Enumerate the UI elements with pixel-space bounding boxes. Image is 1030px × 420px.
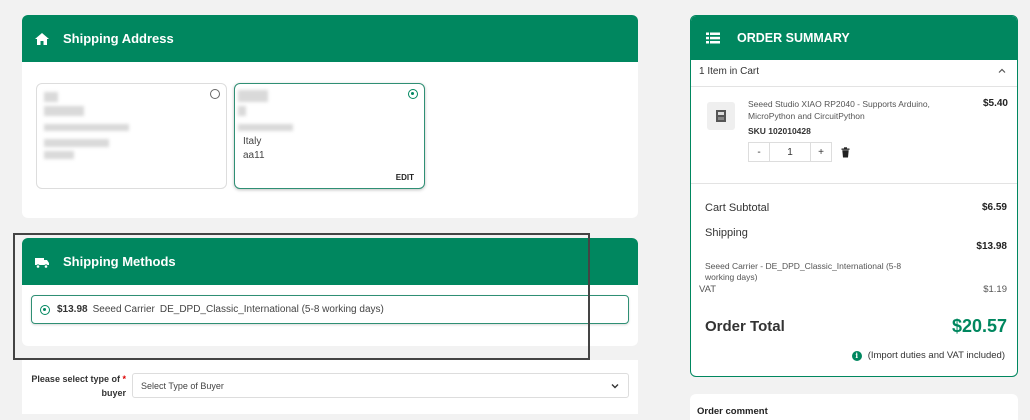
buyer-type-select[interactable]: Select Type of Buyer: [132, 373, 629, 398]
shipping-label: Shipping: [705, 227, 748, 239]
address-card-1[interactable]: [36, 83, 227, 189]
buyer-select-placeholder: Select Type of Buyer: [141, 380, 224, 391]
shipping-detail: Seeed Carrier - DE_DPD_Classic_Internati…: [705, 261, 902, 282]
order-comment-panel: Order comment: [690, 394, 1018, 420]
vat-value: $1.19: [983, 284, 1007, 295]
shipping-address-title: Shipping Address: [63, 31, 174, 46]
quantity-stepper: - 1 +: [748, 142, 850, 162]
redacted-text: [44, 139, 109, 147]
order-total-label: Order Total: [705, 318, 785, 335]
qty-input[interactable]: 1: [770, 142, 810, 162]
order-summary-title: ORDER SUMMARY: [737, 31, 850, 45]
redacted-text: [44, 124, 129, 131]
qty-plus-button[interactable]: +: [810, 142, 832, 162]
shipping-address-header: Shipping Address: [22, 15, 638, 62]
trash-icon[interactable]: [841, 146, 850, 158]
info-icon: i: [851, 350, 862, 361]
product-name[interactable]: Seeed Studio XIAO RP2040 - Supports Ardu…: [748, 98, 948, 122]
address-line: aa11: [243, 150, 265, 161]
buyer-type-panel: Please select type of * buyer Select Typ…: [22, 360, 638, 414]
duties-note-text: (Import duties and VAT included): [867, 350, 1005, 361]
shipping-value: $13.98: [976, 241, 1007, 252]
subtotal-value: $6.59: [981, 202, 1007, 213]
shipping-address-panel: Shipping Address Italy aa11 EDIT: [22, 15, 638, 218]
cart-count: 1 Item in Cart: [699, 66, 760, 77]
redacted-text: [238, 90, 268, 102]
qty-minus-button[interactable]: -: [748, 142, 770, 162]
divider: [691, 86, 1017, 87]
list-icon: [706, 32, 720, 44]
redacted-text: [238, 124, 293, 131]
edit-address-button[interactable]: EDIT: [396, 173, 414, 182]
divider: [691, 183, 1017, 184]
order-summary-panel: ORDER SUMMARY 1 Item in Cart Seeed Studi…: [690, 15, 1018, 377]
redacted-text: [238, 106, 246, 116]
radio-icon[interactable]: [210, 89, 220, 99]
order-comment-title: Order comment: [697, 406, 768, 417]
order-total-value: $20.57: [951, 316, 1007, 336]
duties-note: i (Import duties and VAT included): [851, 350, 1005, 361]
cart-toggle[interactable]: 1 Item in Cart: [699, 66, 1007, 77]
buyer-type-label: Please select type of * buyer: [31, 374, 126, 398]
address-card-2[interactable]: Italy aa11 EDIT: [234, 83, 425, 189]
product-sku: SKU 102010428: [748, 126, 811, 136]
order-summary-header: ORDER SUMMARY: [691, 16, 1017, 60]
subtotal-label: Cart Subtotal: [705, 202, 770, 214]
product-price: $5.40: [982, 98, 1008, 109]
product-thumbnail: [707, 102, 735, 130]
redacted-text: [44, 92, 58, 102]
redacted-text: [44, 106, 84, 116]
product-chip-icon: [716, 110, 726, 122]
address-country: Italy: [243, 136, 262, 147]
vat-label: VAT: [699, 284, 717, 295]
highlight-box: [13, 233, 590, 360]
radio-icon[interactable]: [408, 89, 418, 99]
chevron-down-icon: [611, 384, 619, 389]
home-icon: [35, 32, 49, 45]
redacted-text: [44, 151, 74, 159]
required-mark: *: [122, 374, 126, 384]
chevron-up-icon: [998, 68, 1006, 73]
